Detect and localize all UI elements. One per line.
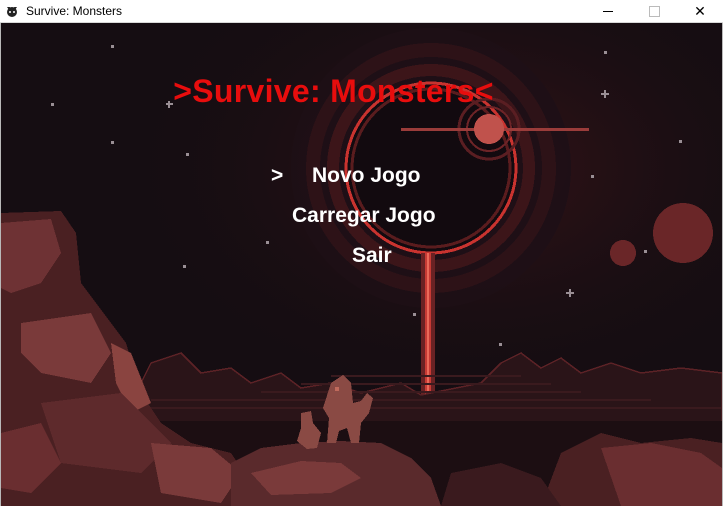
menu-item-carregar-jogo[interactable]: Carregar Jogo: [292, 204, 436, 228]
window-title: Survive: Monsters: [26, 4, 123, 18]
close-icon: ✕: [694, 3, 706, 19]
menu-cursor-icon: >: [271, 164, 284, 187]
monster-app-icon: [7, 7, 17, 17]
close-button[interactable]: ✕: [677, 0, 723, 23]
minimize-button[interactable]: [585, 0, 631, 23]
minimize-icon: [603, 11, 613, 12]
maximize-icon: [648, 6, 660, 17]
game-canvas[interactable]: >Survive: Monsters< > Novo Jogo Carregar…: [1, 23, 722, 506]
window-titlebar: Survive: Monsters ✕: [0, 0, 723, 23]
red-planet: [653, 203, 713, 263]
menu-item-sair[interactable]: Sair: [352, 244, 392, 268]
small-red-planet: [610, 240, 636, 266]
game-title: >Survive: Monsters<: [173, 73, 494, 109]
menu-item-novo-jogo[interactable]: Novo Jogo: [312, 164, 421, 188]
maximize-button[interactable]: [631, 0, 677, 23]
